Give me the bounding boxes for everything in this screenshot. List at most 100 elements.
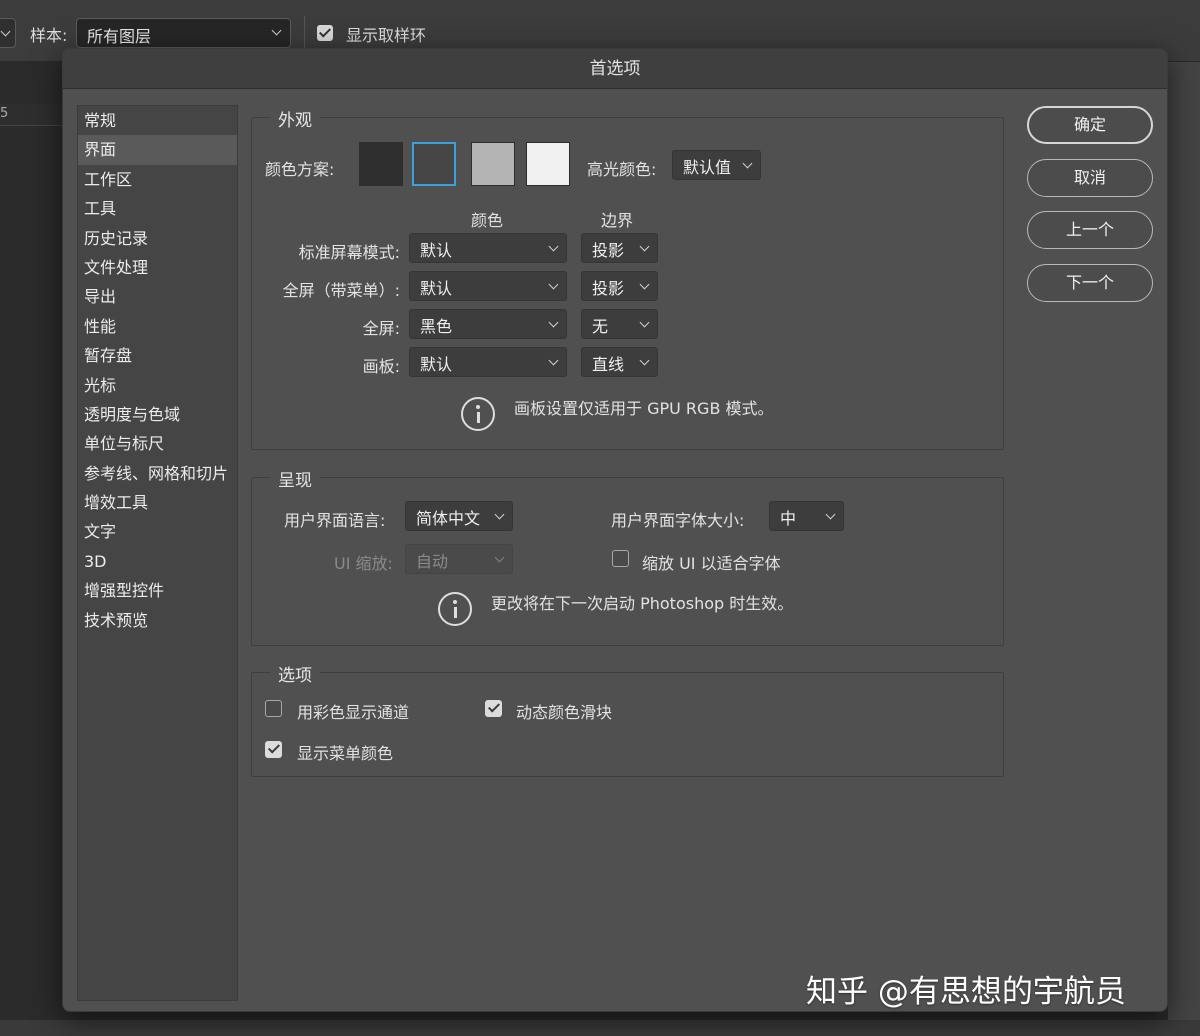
mode-border-select[interactable]: 投影: [581, 233, 658, 263]
ui-language-value: 简体中文: [416, 509, 481, 528]
info-icon: [438, 592, 472, 626]
category-item[interactable]: 光标: [78, 371, 237, 400]
color-scheme-swatch[interactable]: [471, 142, 515, 186]
mode-border-select[interactable]: 投影: [581, 271, 658, 301]
ui-language-label: 用户界面语言:: [284, 511, 386, 530]
category-item[interactable]: 3D: [78, 547, 237, 576]
category-item[interactable]: 工具: [78, 194, 237, 223]
mode-color-select-value: 默认: [420, 241, 453, 260]
screen-mode-label: 画板:: [362, 357, 400, 376]
mode-border-select-value: 无: [592, 317, 609, 336]
artboard-note: 画板设置仅适用于 GPU RGB 模式。: [514, 399, 774, 418]
color-channels-checkbox[interactable]: [265, 700, 282, 717]
column-header-color: 颜色: [471, 211, 504, 230]
category-list: 常规 界面 工作区 工具 历史记录 文件处理 导出 性能 暂存盘 光标 透明度与色域 单位与标尺 参考线…: [77, 105, 238, 1001]
toolbar-divider: [304, 16, 305, 50]
category-item[interactable]: 增效工具: [78, 488, 237, 517]
category-item[interactable]: 技术预览: [78, 606, 237, 635]
preferences-dialog: 首选项 常规 界面 工作区 工具 历史记录 文件处理 导出 性能 暂存盘 光标 透明度与色域 单位与标…: [62, 48, 1168, 1012]
mode-color-select[interactable]: 默认: [409, 233, 567, 263]
ruler: 5: [0, 104, 62, 126]
ui-scale-label: UI 缩放:: [334, 554, 393, 573]
chevron-down-icon: [639, 279, 650, 290]
category-item[interactable]: 工作区: [78, 165, 237, 194]
mode-color-select[interactable]: 默认: [409, 347, 567, 377]
show-ring-label: 显示取样环: [346, 26, 427, 45]
ui-scale-value: 自动: [416, 552, 449, 571]
dialog-title: 首选项: [63, 49, 1167, 89]
scale-ui-checkbox[interactable]: [612, 550, 629, 567]
chevron-down-icon: [271, 25, 282, 36]
category-item[interactable]: 性能: [78, 312, 237, 341]
color-scheme-swatch[interactable]: [359, 142, 403, 186]
category-item[interactable]: 暂存盘: [78, 341, 237, 370]
category-item[interactable]: 常规: [78, 106, 237, 135]
mode-border-select-value: 投影: [592, 279, 625, 298]
screen-mode-label: 全屏（带菜单）:: [282, 281, 400, 300]
cancel-button[interactable]: 取消: [1027, 159, 1153, 197]
highlight-color-select[interactable]: 默认值: [672, 150, 761, 180]
mode-color-select-value: 默认: [420, 279, 453, 298]
watermark-text: 知乎 @有思想的宇航员: [806, 974, 1126, 1010]
category-item[interactable]: 界面: [78, 135, 237, 165]
ui-language-select[interactable]: 简体中文: [405, 501, 513, 531]
ui-font-size-select[interactable]: 中: [769, 501, 844, 531]
color-scheme-label: 颜色方案:: [265, 160, 335, 179]
chevron-down-icon: [639, 355, 650, 366]
ok-button[interactable]: 确定: [1027, 106, 1153, 144]
mode-border-select[interactable]: 直线: [581, 347, 658, 377]
category-item[interactable]: 透明度与色域: [78, 400, 237, 429]
menu-colors-checkbox[interactable]: [265, 741, 282, 758]
category-item[interactable]: 文件处理: [78, 253, 237, 282]
color-scheme-swatch[interactable]: [412, 142, 456, 186]
category-item[interactable]: 增强型控件: [78, 576, 237, 605]
screen-mode-label: 标准屏幕模式:: [298, 243, 400, 262]
menu-colors-label: 显示菜单颜色: [297, 744, 394, 763]
ui-scale-select[interactable]: 自动: [405, 544, 513, 574]
screen-mode-label: 全屏:: [362, 319, 400, 338]
status-bar: [0, 1020, 1200, 1036]
category-item[interactable]: 参考线、网格和切片: [78, 459, 237, 488]
color-scheme-swatch[interactable]: [526, 142, 570, 186]
mode-color-select-value: 黑色: [420, 317, 453, 336]
category-item[interactable]: 单位与标尺: [78, 429, 237, 458]
info-icon: [461, 397, 495, 431]
presentation-title: 呈现: [270, 466, 320, 491]
show-ring-checkbox[interactable]: [317, 25, 333, 41]
chevron-down-icon: [548, 241, 559, 252]
mode-border-select-value: 直线: [592, 355, 625, 374]
chevron-down-icon: [494, 552, 505, 563]
options-title: 选项: [270, 661, 320, 686]
mode-color-select[interactable]: 黑色: [409, 309, 567, 339]
chevron-down-icon: [548, 355, 559, 366]
next-button[interactable]: 下一个: [1027, 264, 1153, 302]
highlight-color-value: 默认值: [683, 158, 732, 177]
chevron-down-icon: [825, 509, 836, 520]
category-item[interactable]: 文字: [78, 517, 237, 546]
mode-color-select[interactable]: 默认: [409, 271, 567, 301]
scale-ui-label: 缩放 UI 以适合字体: [642, 554, 781, 573]
ui-font-size-value: 中: [780, 509, 797, 528]
sample-select[interactable]: 所有图层: [76, 18, 291, 48]
sample-select-value: 所有图层: [87, 27, 152, 46]
chevron-down-icon: [548, 279, 559, 290]
right-panel: [1168, 62, 1200, 1022]
category-item[interactable]: 导出: [78, 282, 237, 311]
category-item[interactable]: 历史记录: [78, 224, 237, 253]
chevron-down-icon: [548, 317, 559, 328]
color-channels-label: 用彩色显示通道: [297, 703, 410, 722]
prev-button[interactable]: 上一个: [1027, 211, 1153, 249]
tool-preset-dropdown[interactable]: [0, 18, 16, 48]
dynamic-sliders-checkbox[interactable]: [485, 700, 502, 717]
appearance-title: 外观: [270, 106, 320, 131]
mode-border-select-value: 投影: [592, 241, 625, 260]
ruler-tick: 5: [0, 106, 9, 121]
sample-label: 样本:: [30, 26, 68, 45]
chevron-down-icon: [494, 509, 505, 520]
highlight-color-label: 高光颜色:: [587, 160, 657, 179]
mode-color-select-value: 默认: [420, 355, 453, 374]
dynamic-sliders-label: 动态颜色滑块: [516, 703, 613, 722]
mode-border-select[interactable]: 无: [581, 309, 658, 339]
chevron-down-icon: [639, 241, 650, 252]
column-header-border: 边界: [601, 211, 634, 230]
